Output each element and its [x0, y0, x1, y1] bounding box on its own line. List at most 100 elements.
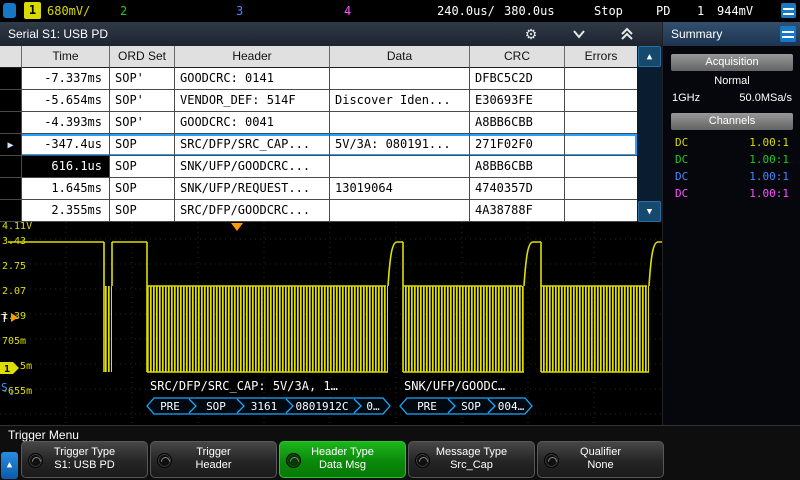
knob-icon — [28, 453, 43, 468]
softkey-header-type[interactable]: Header Type Data Msg — [279, 441, 406, 478]
acquisition-state: Stop — [594, 4, 623, 18]
cell-errors — [565, 68, 637, 90]
v-label: 2.75 — [2, 261, 26, 272]
menu-icon[interactable] — [781, 3, 796, 18]
timebase-readout[interactable]: 240.0us/ — [437, 4, 495, 18]
sample-rate-value: 50.0MSa/s — [739, 92, 792, 104]
table-row-selected[interactable]: ▶ -347.4us SOP SRC/DFP/SRC_CAP... 5V/3A:… — [0, 134, 637, 156]
gear-icon[interactable]: ⚙ — [522, 26, 540, 42]
serial-panel-title: Serial S1: USB PD — [8, 27, 108, 41]
cell-time: -7.337ms — [22, 68, 110, 90]
bandwidth-value: 1GHz — [672, 92, 700, 104]
softkey-row: Trigger Type S1: USB PD Trigger Header H… — [21, 441, 666, 478]
svg-text:1: 1 — [4, 364, 10, 375]
cell-crc: 4A38788F — [470, 200, 565, 222]
col-time: Time — [22, 46, 110, 68]
cell-errors — [565, 178, 637, 200]
ch4-probe: 1.00:1 — [749, 185, 789, 202]
cell-ord-set: SOP — [110, 156, 175, 178]
summary-header: Summary — [663, 22, 800, 46]
cell-time: 2.355ms — [22, 200, 110, 222]
channel3-badge[interactable]: 3 — [236, 4, 243, 18]
cell-header: SNK/UFP/GOODCRC... — [175, 156, 330, 178]
trigger-time-marker[interactable] — [231, 223, 243, 231]
trigger-level-readout[interactable]: 944mV — [717, 4, 753, 18]
knob-icon — [415, 453, 430, 468]
col-crc: CRC — [470, 46, 565, 68]
svg-text:S: S — [1, 381, 8, 394]
svg-text:T: T — [1, 312, 8, 325]
acquisition-mode: Normal — [663, 75, 800, 87]
svg-text:SOP: SOP — [461, 400, 481, 413]
svg-text:SOP: SOP — [206, 400, 226, 413]
softkey-qualifier[interactable]: Qualifier None — [537, 441, 664, 478]
ch2-probe: 1.00:1 — [749, 151, 789, 168]
softkey-trigger[interactable]: Trigger Header — [150, 441, 277, 478]
delay-readout[interactable]: 380.0us — [504, 4, 555, 18]
table-row[interactable]: 1.645ms SOP SNK/UFP/REQUEST... 13019064 … — [0, 178, 637, 200]
cell-crc: E30693FE — [470, 90, 565, 112]
svg-text:PRE: PRE — [160, 400, 180, 413]
ch1-probe: 1.00:1 — [749, 134, 789, 151]
decode-frame-text: PRE SOP 3161 0801912C 0… PRE SOP 004… — [160, 400, 525, 413]
cell-ord-set: SOP' — [110, 90, 175, 112]
ch1-coupling: DC — [675, 134, 688, 151]
svg-text:0…: 0… — [366, 400, 380, 413]
menu-up-button[interactable]: ▲ — [1, 452, 18, 479]
scroll-down-button[interactable]: ▼ — [638, 201, 661, 222]
decode-table: Time ORD Set Header Data CRC Errors -7.3… — [0, 46, 637, 222]
table-row[interactable]: -5.654ms SOP' VENDOR_DEF: 514F Discover … — [0, 90, 637, 112]
table-row[interactable]: -4.393ms SOP' GOODCRC: 0041 A8BB6CBB — [0, 112, 637, 134]
scroll-up-button[interactable]: ▲ — [638, 46, 661, 67]
table-scrollbar[interactable]: ▲ ▼ — [637, 46, 662, 222]
summary-title: Summary — [671, 27, 722, 41]
channel3-summary: DC 1.00:1 — [663, 168, 800, 185]
knob-icon — [157, 453, 172, 468]
v-label: 705m — [2, 336, 26, 347]
channel1-badge[interactable]: 1 — [24, 2, 41, 19]
cell-data — [330, 68, 470, 90]
cell-ord-set: SOP' — [110, 112, 175, 134]
cell-header: GOODCRC: 0141 — [175, 68, 330, 90]
channel2-badge[interactable]: 2 — [120, 4, 127, 18]
waveform-area: 4.11V 3.43 2.75 2.07 1.39 705m 25.5m -65… — [0, 222, 662, 425]
chevron-down-icon[interactable] — [570, 26, 588, 42]
softkey-trigger-type[interactable]: Trigger Type S1: USB PD — [21, 441, 148, 478]
cell-ord-set: SOP — [110, 134, 175, 156]
double-chevron-up-icon[interactable] — [618, 26, 636, 42]
cell-errors — [565, 134, 637, 156]
col-header: Header — [175, 46, 330, 68]
cell-data — [330, 200, 470, 222]
cell-header: GOODCRC: 0041 — [175, 112, 330, 134]
trigger-source-readout: 1 — [697, 4, 704, 18]
v-label: 2.07 — [2, 286, 26, 297]
cell-crc: DFBC5C2D — [470, 68, 565, 90]
table-row[interactable]: 616.1us SOP SNK/UFP/GOODCRC... A8BB6CBB — [0, 156, 637, 178]
channels-section-button[interactable]: Channels — [671, 113, 793, 130]
status-bar: 1 680mV/ 2 3 4 240.0us/ 380.0us Stop PD … — [0, 0, 800, 22]
cell-data: 5V/3A: 080191... — [330, 134, 470, 156]
col-ord-set: ORD Set — [110, 46, 175, 68]
col-errors: Errors — [565, 46, 637, 68]
brand-icon — [3, 3, 16, 18]
svg-text:0801912C: 0801912C — [296, 400, 349, 413]
softkey-message-type[interactable]: Message Type Src_Cap — [408, 441, 535, 478]
decode-table-header: Time ORD Set Header Data CRC Errors — [0, 46, 637, 68]
acquisition-rates: 1GHz 50.0MSa/s — [663, 92, 800, 104]
cell-time: 616.1us — [22, 156, 110, 178]
cell-header: SRC/DFP/SRC_CAP... — [175, 134, 330, 156]
channel4-badge[interactable]: 4 — [344, 4, 351, 18]
svg-text:004…: 004… — [498, 400, 525, 413]
ch2-coupling: DC — [675, 151, 688, 168]
table-row[interactable]: -7.337ms SOP' GOODCRC: 0141 DFBC5C2D — [0, 68, 637, 90]
trigger-type-readout: PD — [656, 4, 670, 18]
channel1-scale[interactable]: 680mV/ — [47, 4, 90, 18]
cell-errors — [565, 112, 637, 134]
table-row[interactable]: 2.355ms SOP SRC/DFP/GOODCRC... 4A38788F — [0, 200, 637, 222]
cell-data — [330, 156, 470, 178]
acquisition-section-button[interactable]: Acquisition — [671, 54, 793, 71]
trigger-menu-title: Trigger Menu — [8, 428, 79, 442]
v-label: 4.11V — [2, 222, 32, 232]
cell-ord-set: SOP' — [110, 68, 175, 90]
summary-book-icon[interactable] — [780, 26, 796, 42]
